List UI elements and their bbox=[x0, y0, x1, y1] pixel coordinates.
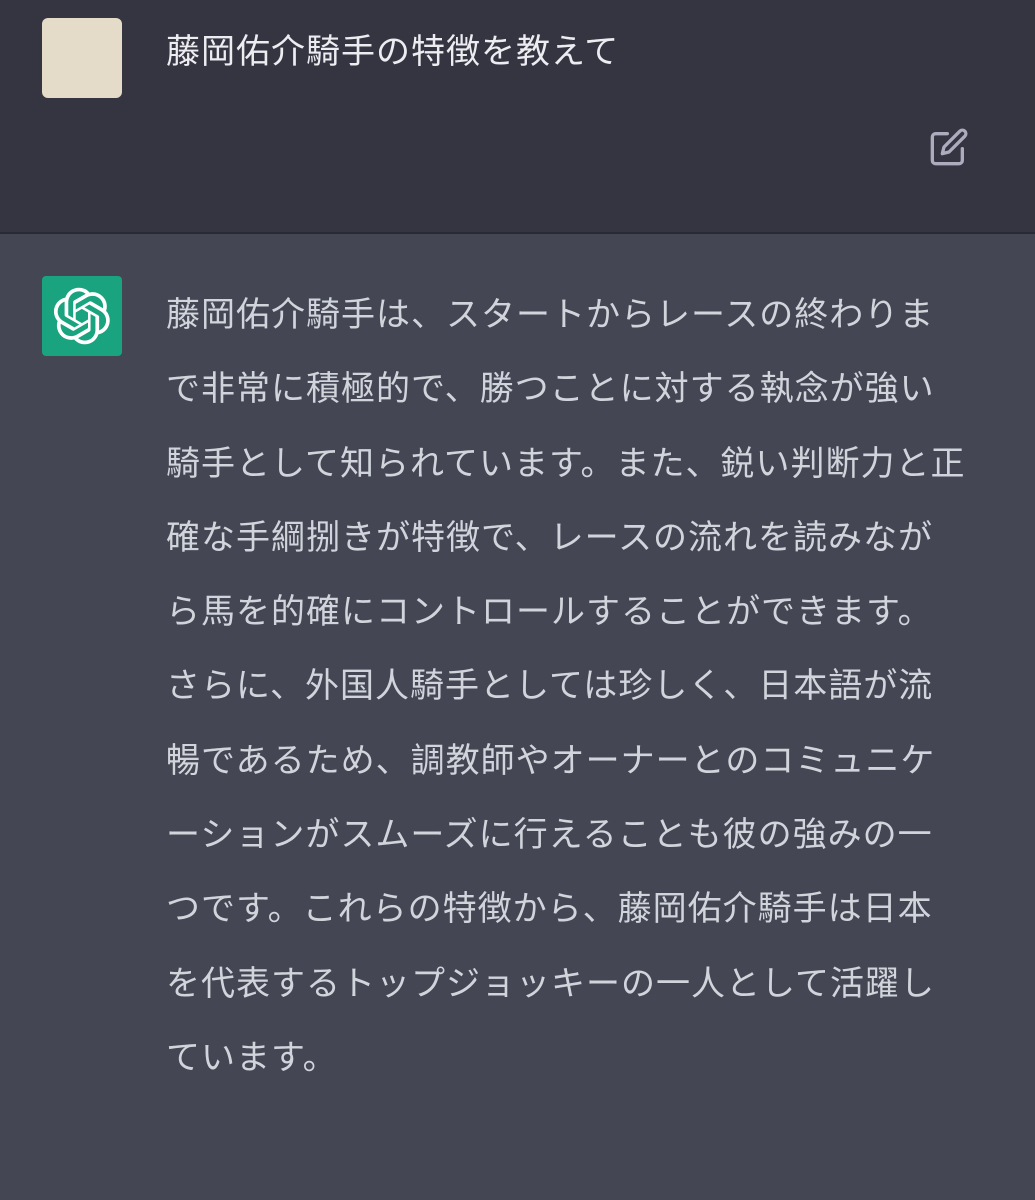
assistant-avatar bbox=[42, 276, 122, 356]
user-message-text: 藤岡佑介騎手の特徴を教えて bbox=[166, 32, 620, 72]
edit-button[interactable] bbox=[926, 124, 972, 170]
assistant-message-text: 藤岡佑介騎手は、スタートからレースの終わりまで非常に積極的で、勝つことに対する執… bbox=[166, 295, 966, 1078]
chat-page: 藤岡佑介騎手の特徴を教えて 藤岡佑介騎手は、スタートからレースの終わりまで非常に… bbox=[0, 0, 1035, 1200]
user-message: 藤岡佑介騎手の特徴を教えて bbox=[0, 0, 1035, 234]
assistant-message: 藤岡佑介騎手は、スタートからレースの終わりまで非常に積極的で、勝つことに対する執… bbox=[0, 234, 1035, 1200]
user-avatar bbox=[42, 18, 122, 98]
openai-logo-icon bbox=[53, 287, 110, 345]
edit-icon bbox=[930, 128, 968, 166]
